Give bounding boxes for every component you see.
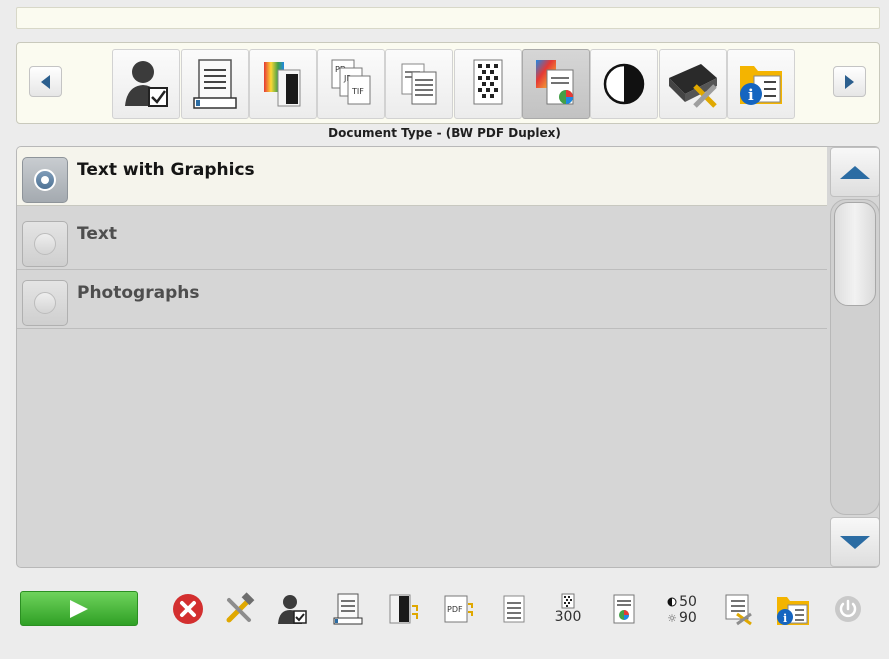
radio-unselected-icon bbox=[34, 292, 56, 314]
scroll-up-button[interactable] bbox=[830, 147, 879, 197]
tool-info-folder-button[interactable]: i bbox=[727, 49, 795, 119]
scanner-settings-icon bbox=[669, 64, 717, 108]
option-photographs[interactable]: Photographs bbox=[17, 270, 827, 329]
arrow-left-icon bbox=[41, 74, 50, 89]
play-icon bbox=[70, 599, 88, 618]
checklist-settings-button[interactable] bbox=[720, 590, 756, 628]
settings-toolbar: PD JP TIF bbox=[16, 42, 880, 124]
info-folder-icon: i bbox=[740, 66, 782, 105]
radio-button[interactable] bbox=[22, 280, 68, 326]
radio-selected-icon bbox=[34, 169, 56, 191]
cancel-icon bbox=[173, 594, 203, 624]
duplex-pages-icon bbox=[503, 595, 525, 623]
tool-contrast-button[interactable] bbox=[590, 49, 658, 119]
file-format-icon: PD JP TIF bbox=[331, 59, 371, 105]
power-button[interactable] bbox=[830, 590, 866, 628]
resolution-value: 300 bbox=[554, 609, 582, 625]
svg-text:TIF: TIF bbox=[351, 87, 364, 96]
option-label: Text with Graphics bbox=[77, 160, 255, 180]
resolution-button[interactable]: 300 bbox=[550, 584, 586, 634]
color-pages-icon bbox=[264, 62, 301, 107]
bw-duplex-button[interactable] bbox=[385, 590, 421, 628]
scroll-down-button[interactable] bbox=[830, 517, 879, 567]
tool-document-type-button[interactable] bbox=[522, 49, 590, 119]
toolbar-scroll-right-button[interactable] bbox=[833, 66, 866, 97]
svg-text:i: i bbox=[783, 612, 787, 625]
info-button[interactable]: i bbox=[775, 590, 811, 628]
tools-icon bbox=[226, 592, 255, 623]
arrow-down-icon bbox=[840, 535, 870, 549]
contrast-value: 50 bbox=[679, 594, 697, 610]
scrollbar-track[interactable] bbox=[830, 199, 879, 515]
scrollbar-thumb[interactable] bbox=[834, 202, 876, 306]
brightness-icon: ☼ bbox=[667, 611, 678, 625]
resolution-icon bbox=[561, 593, 575, 609]
contrast-brightness-button[interactable]: 50 ☼ 90 bbox=[660, 586, 704, 634]
bw-duplex-icon bbox=[389, 594, 418, 624]
scan-profile-icon bbox=[278, 595, 307, 624]
option-label: Photographs bbox=[77, 283, 200, 303]
tool-scan-profile-button[interactable] bbox=[112, 49, 180, 119]
brightness-value: 90 bbox=[679, 610, 697, 626]
document-type-icon bbox=[613, 594, 635, 624]
option-text-with-graphics[interactable]: Text with Graphics bbox=[17, 147, 827, 206]
contrast-icon bbox=[667, 597, 677, 607]
tool-document-feeder-button[interactable] bbox=[181, 49, 249, 119]
radio-unselected-icon bbox=[34, 233, 56, 255]
arrow-up-icon bbox=[840, 165, 870, 179]
document-type-list: Text with Graphics Text Photographs bbox=[16, 146, 880, 568]
document-type-button[interactable] bbox=[605, 590, 641, 628]
profile-button[interactable] bbox=[275, 590, 311, 628]
option-text[interactable]: Text bbox=[17, 211, 827, 270]
document-feeder-icon bbox=[333, 593, 363, 625]
checklist-settings-icon bbox=[725, 594, 752, 626]
toolbar-scroll-left-button[interactable] bbox=[29, 66, 62, 97]
bottom-action-bar: PDF 300 50 ☼ 90 i bbox=[0, 580, 889, 640]
pdf-format-button[interactable]: PDF bbox=[440, 590, 476, 628]
document-feeder-icon bbox=[193, 59, 237, 109]
start-scan-button[interactable] bbox=[20, 591, 138, 626]
radio-button[interactable] bbox=[22, 157, 68, 203]
status-bar bbox=[16, 7, 880, 29]
svg-text:i: i bbox=[748, 86, 754, 104]
scan-profile-icon bbox=[125, 61, 168, 107]
resolution-icon bbox=[473, 59, 503, 105]
power-icon bbox=[835, 596, 861, 622]
section-title: Document Type - (BW PDF Duplex) bbox=[328, 126, 561, 140]
document-type-icon bbox=[536, 60, 574, 105]
cancel-button[interactable] bbox=[170, 590, 206, 628]
pdf-file-icon: PDF bbox=[444, 595, 473, 623]
info-folder-icon: i bbox=[777, 597, 809, 625]
tools-button[interactable] bbox=[222, 590, 258, 628]
option-label: Text bbox=[77, 224, 117, 244]
arrow-right-icon bbox=[845, 74, 854, 89]
duplex-pages-icon bbox=[401, 63, 437, 105]
duplex-button[interactable] bbox=[495, 590, 531, 628]
tool-color-pages-button[interactable] bbox=[249, 49, 317, 119]
tool-resolution-button[interactable] bbox=[454, 49, 522, 119]
svg-text:PDF: PDF bbox=[447, 605, 463, 614]
contrast-icon bbox=[603, 63, 645, 105]
tool-file-format-button[interactable]: PD JP TIF bbox=[317, 49, 385, 119]
tool-duplex-pages-button[interactable] bbox=[385, 49, 453, 119]
feeder-button[interactable] bbox=[330, 590, 366, 628]
radio-button[interactable] bbox=[22, 221, 68, 267]
tool-scanner-settings-button[interactable] bbox=[659, 49, 727, 119]
